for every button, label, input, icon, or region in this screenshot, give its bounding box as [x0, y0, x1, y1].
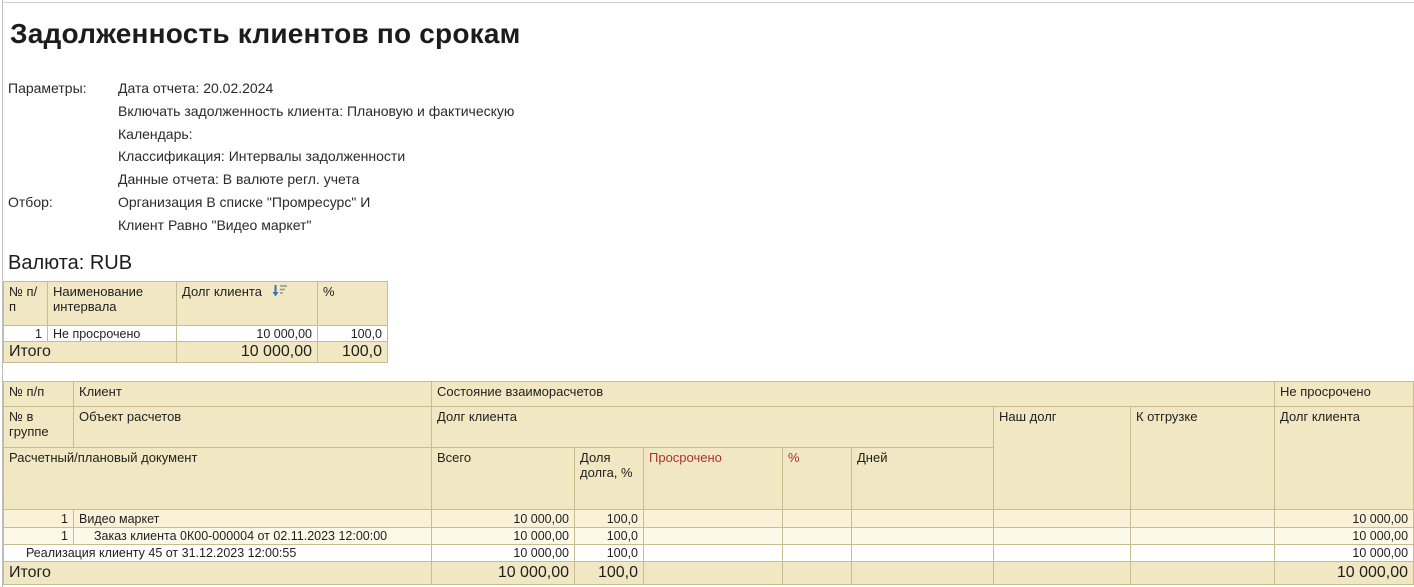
row-not-overdue-debt[interactable]: 10 000,00 — [1274, 527, 1414, 545]
details-total-to-ship — [1129, 561, 1276, 585]
row-our-debt[interactable] — [993, 527, 1131, 545]
details-total-not-overdue[interactable]: 10 000,00 — [1274, 561, 1414, 585]
filter-block: Отбор: Организация В списке "Промресурс"… — [8, 191, 514, 237]
intervals-header-debt[interactable]: Долг клиента — [176, 281, 318, 326]
parameter-line: Классификация: Интервалы задолженности — [118, 148, 406, 165]
table-row: Реализация клиенту 45 от 31.12.2023 12:0… — [3, 544, 1414, 562]
parameter-line: Включать задолженность клиента: Плановую… — [118, 102, 515, 119]
details-header-object: Объект расчетов — [73, 406, 432, 448]
filter-line: Организация В списке "Промресурс" И — [118, 193, 371, 210]
details-header-days: Дней — [851, 447, 994, 510]
details-total-overdue-percent — [782, 561, 852, 585]
viewport-top-edge — [2, 2, 1414, 3]
interval-row-debt[interactable]: 10 000,00 — [176, 325, 318, 342]
details-header-num: № п/п — [3, 381, 74, 407]
row-total[interactable]: 10 000,00 — [431, 527, 575, 545]
details-header-client-debt: Долг клиента — [431, 406, 994, 448]
details-header-client-debt-not-overdue: Долг клиента — [1274, 406, 1414, 510]
details-header-overdue-percent: % — [782, 447, 852, 510]
intervals-header-interval: Наименование интервала — [47, 281, 177, 326]
row-overdue[interactable] — [643, 527, 783, 545]
row-sales-document[interactable]: Реализация клиенту 45 от 31.12.2023 12:0… — [3, 544, 432, 562]
interval-row-percent[interactable]: 100,0 — [317, 325, 388, 342]
row-share[interactable]: 100,0 — [574, 527, 644, 545]
details-header-client: Клиент — [73, 381, 432, 407]
row-client-name[interactable]: Видео маркет — [73, 509, 432, 528]
row-our-debt[interactable] — [993, 544, 1131, 562]
row-share[interactable]: 100,0 — [574, 509, 644, 528]
interval-row-name[interactable]: Не просрочено — [47, 325, 177, 342]
row-to-ship[interactable] — [1129, 544, 1276, 562]
report-parameters: Параметры: Дата отчета: 20.02.2024 Включ… — [8, 77, 514, 237]
row-overdue-percent[interactable] — [782, 544, 852, 562]
parameter-line: Календарь: — [118, 125, 193, 142]
row-days[interactable] — [851, 509, 994, 528]
details-header-state: Состояние взаиморасчетов — [430, 381, 1276, 407]
row-not-overdue-debt[interactable]: 10 000,00 — [1274, 509, 1414, 528]
sort-descending-icon[interactable] — [272, 284, 287, 300]
details-total-overdue — [643, 561, 783, 585]
details-header-total: Всего — [431, 447, 575, 510]
details-total-share[interactable]: 100,0 — [574, 561, 644, 585]
intervals-total-label: Итого — [3, 341, 177, 363]
row-to-ship[interactable] — [1129, 527, 1276, 545]
row-our-debt[interactable] — [993, 509, 1131, 528]
row-total[interactable]: 10 000,00 — [431, 509, 575, 528]
details-header-overdue: Просрочено — [643, 447, 783, 510]
details-header-document: Расчетный/плановый документ — [3, 447, 432, 510]
parameter-line: Данные отчета: В валюте регл. учета — [118, 171, 360, 188]
details-header-debt-share: Доля долга, % — [574, 447, 644, 510]
row-num[interactable]: 1 — [3, 509, 74, 528]
row-num[interactable]: 1 — [3, 527, 74, 545]
row-overdue-percent[interactable] — [782, 509, 852, 528]
details-total-sum[interactable]: 10 000,00 — [431, 561, 575, 585]
row-total[interactable]: 10 000,00 — [431, 544, 575, 562]
details-header-to-ship: К отгрузке — [1129, 406, 1276, 510]
row-days[interactable] — [851, 527, 994, 545]
intervals-total-debt[interactable]: 10 000,00 — [176, 341, 318, 363]
parameters-block: Параметры: Дата отчета: 20.02.2024 Включ… — [8, 77, 514, 191]
row-to-ship[interactable] — [1129, 509, 1276, 528]
details-header-num-group: № в группе — [3, 406, 74, 448]
currency-heading: Валюта: RUB — [8, 252, 133, 274]
row-overdue[interactable] — [643, 509, 783, 528]
row-days[interactable] — [851, 544, 994, 562]
filter-line: Клиент Равно "Видео маркет" — [118, 216, 312, 233]
row-order-document[interactable]: Заказ клиента 0К00-000004 от 02.11.2023 … — [73, 527, 432, 545]
filter-label: Отбор: — [8, 193, 53, 210]
details-total-label: Итого — [3, 561, 432, 585]
details-total-our-debt — [993, 561, 1131, 585]
row-overdue-percent[interactable] — [782, 527, 852, 545]
page-title: Задолженность клиентов по срокам — [10, 18, 521, 49]
intervals-total-percent[interactable]: 100,0 — [317, 341, 388, 363]
intervals-table: № п/п Наименование интервала Долг клиент… — [3, 281, 388, 363]
intervals-header-num: № п/п — [3, 281, 48, 326]
details-header-not-overdue: Не просрочено — [1274, 381, 1414, 407]
intervals-total-row: Итого 10 000,00 100,0 — [3, 341, 388, 363]
details-total-row: Итого 10 000,00 100,0 10 000,00 — [3, 561, 1414, 585]
row-share[interactable]: 100,0 — [574, 544, 644, 562]
debt-report-page: Задолженность клиентов по срокам Парамет… — [0, 0, 1414, 587]
details-total-days — [851, 561, 994, 585]
debt-details-table: № п/п Клиент Состояние взаиморасчетов Не… — [3, 381, 1414, 585]
interval-row-num[interactable]: 1 — [3, 325, 48, 342]
table-row: 1 Видео маркет 10 000,00 100,0 10 000,00 — [3, 509, 1414, 528]
row-not-overdue-debt[interactable]: 10 000,00 — [1274, 544, 1414, 562]
intervals-header-debt-label: Долг клиента — [182, 284, 262, 299]
intervals-header-percent: % — [317, 281, 388, 326]
parameters-label: Параметры: — [8, 80, 87, 96]
table-row: 1 Заказ клиента 0К00-000004 от 02.11.202… — [3, 527, 1414, 545]
details-header-our-debt: Наш долг — [993, 406, 1131, 510]
row-overdue[interactable] — [643, 544, 783, 562]
intervals-row: 1 Не просрочено 10 000,00 100,0 — [3, 325, 388, 342]
parameter-line: Дата отчета: 20.02.2024 — [118, 80, 274, 96]
